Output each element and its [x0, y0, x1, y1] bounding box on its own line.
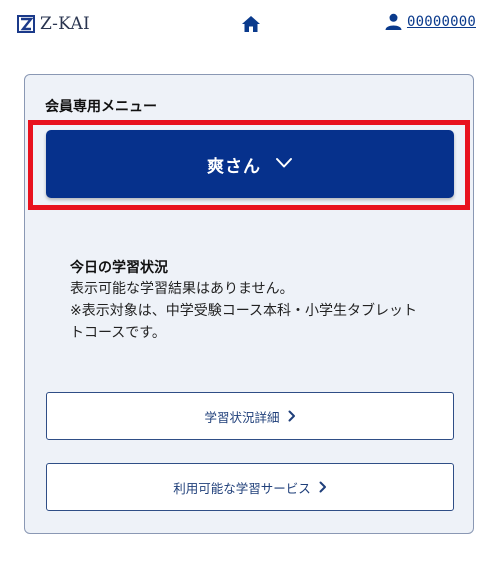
study-status-note: ※表示対象は、中学受験コース本科・小学生タブレット — [70, 303, 418, 319]
z-kai-logo-mark-icon — [17, 15, 35, 33]
study-status: 今日の学習状況 表示可能な学習結果はありません。 ※表示対象は、中学受験コース本… — [70, 258, 450, 344]
user-icon — [385, 13, 402, 30]
logo-text: Z-KAI — [40, 14, 91, 34]
chevron-right-icon — [288, 410, 295, 422]
z-kai-logo[interactable]: Z-KAI — [17, 13, 90, 35]
study-status-message: 表示可能な学習結果はありません。 — [70, 281, 294, 297]
home-icon[interactable] — [241, 14, 261, 34]
member-select-button[interactable]: 爽さん — [46, 130, 454, 198]
chevron-right-icon — [319, 481, 326, 493]
available-services-button[interactable]: 利用可能な学習サービス — [46, 463, 454, 511]
study-status-detail-label: 学習状況詳細 — [204, 410, 280, 425]
user-account-link[interactable]: 00000000 — [385, 13, 476, 30]
study-status-note-cont: トコースです。 — [70, 325, 166, 341]
member-name: 爽さん — [207, 156, 261, 176]
study-status-detail-button[interactable]: 学習状況詳細 — [46, 392, 454, 440]
chevron-down-icon — [276, 158, 292, 168]
member-menu-title: 会員専用メニュー — [45, 99, 157, 115]
site-header: Z-KAI 00000000 — [0, 0, 498, 48]
study-status-title: 今日の学習状況 — [70, 260, 168, 276]
user-id[interactable]: 00000000 — [407, 14, 476, 30]
available-services-label: 利用可能な学習サービス — [173, 481, 311, 496]
